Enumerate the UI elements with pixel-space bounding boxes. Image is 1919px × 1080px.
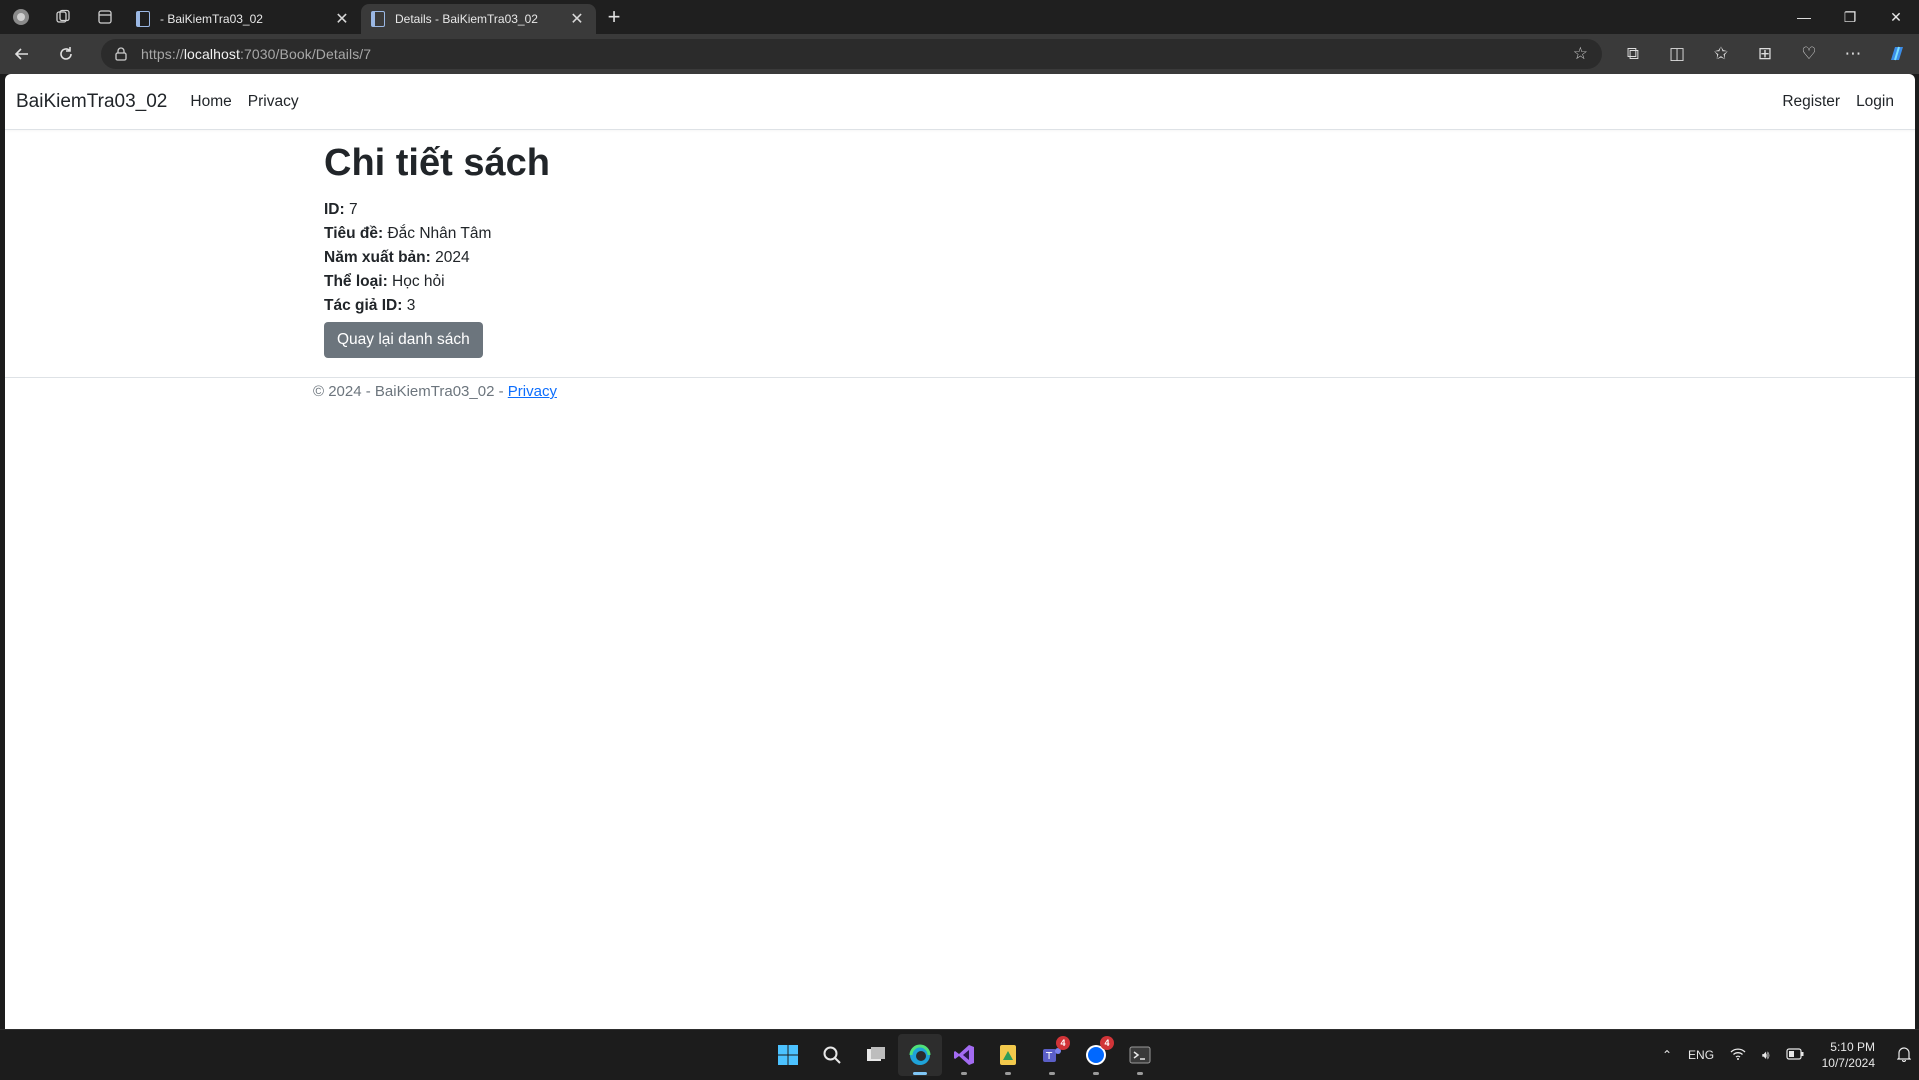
vertical-tabs-icon[interactable] bbox=[84, 0, 126, 34]
page-favicon-icon bbox=[371, 11, 385, 27]
field-value: 2024 bbox=[435, 249, 470, 266]
detail-author-id: Tác giả ID: 3 bbox=[324, 294, 550, 318]
tab-title: - BaiKiemTra03_02 bbox=[160, 12, 263, 26]
file-app-icon[interactable] bbox=[986, 1034, 1030, 1076]
field-label: Tiêu đề: bbox=[324, 225, 384, 242]
url-text[interactable]: https://localhost:7030/Book/Details/7 bbox=[141, 46, 371, 62]
extensions-icon[interactable]: ⧉ bbox=[1611, 34, 1655, 74]
terminal-icon[interactable] bbox=[1118, 1034, 1162, 1076]
clock[interactable]: 5:10 PM 10/7/2024 bbox=[1812, 1039, 1889, 1071]
favorites-icon[interactable]: ✩ bbox=[1699, 34, 1743, 74]
restore-icon[interactable]: ❐ bbox=[1827, 0, 1873, 34]
field-label: Tác giả ID: bbox=[324, 297, 403, 314]
minimize-icon[interactable]: — bbox=[1781, 0, 1827, 34]
svg-text:T: T bbox=[1045, 1051, 1053, 1062]
refresh-icon[interactable] bbox=[44, 34, 88, 74]
workspaces-icon[interactable] bbox=[42, 0, 84, 34]
battery-icon[interactable] bbox=[1778, 1047, 1812, 1063]
field-value: 7 bbox=[348, 201, 358, 218]
browser-toolbar-buttons: ⧉ ◫ ✩ ⊞ ♡ ⋯ bbox=[1611, 34, 1919, 74]
page-viewport: BaiKiemTra03_02 Home Privacy Register Lo… bbox=[5, 74, 1915, 1029]
wifi-icon[interactable] bbox=[1722, 1047, 1754, 1064]
clock-date: 10/7/2024 bbox=[1821, 1056, 1875, 1070]
close-tab-icon[interactable]: ✕ bbox=[333, 9, 351, 29]
favorite-star-icon[interactable]: ☆ bbox=[1573, 44, 1588, 64]
footer-copyright: © 2024 - BaiKiemTra03_02 - bbox=[313, 383, 508, 400]
tab-first[interactable]: - BaiKiemTra03_02 ✕ bbox=[126, 4, 361, 34]
field-label: Năm xuất bản: bbox=[324, 249, 431, 266]
detail-title: Tiêu đề: Đắc Nhân Tâm bbox=[324, 222, 550, 246]
browser-toolbar: https://localhost:7030/Book/Details/7 ☆ … bbox=[0, 34, 1919, 74]
notifications-bell-icon[interactable] bbox=[1889, 1046, 1919, 1065]
teams-badge: 4 bbox=[1056, 1036, 1070, 1050]
clock-time: 5:10 PM bbox=[1830, 1040, 1875, 1054]
copilot-icon[interactable] bbox=[1875, 34, 1919, 74]
field-label: Thể loại: bbox=[324, 273, 388, 290]
back-to-list-button[interactable]: Quay lại danh sách bbox=[324, 322, 483, 358]
site-brand[interactable]: BaiKiemTra03_02 bbox=[16, 91, 167, 113]
teams-icon[interactable]: T 4 bbox=[1030, 1034, 1074, 1076]
nav-privacy[interactable]: Privacy bbox=[248, 93, 299, 111]
url-host: localhost bbox=[183, 46, 240, 62]
page-favicon-icon bbox=[136, 11, 150, 27]
visual-studio-icon[interactable] bbox=[942, 1034, 986, 1076]
close-tab-icon[interactable]: ✕ bbox=[568, 9, 586, 29]
collections-icon[interactable]: ⊞ bbox=[1743, 34, 1787, 74]
start-menu-icon[interactable] bbox=[766, 1034, 810, 1076]
nav-home[interactable]: Home bbox=[190, 93, 231, 111]
page-title: Chi tiết sách bbox=[324, 142, 550, 184]
language-indicator[interactable]: ENG bbox=[1680, 1048, 1722, 1062]
back-arrow-icon[interactable] bbox=[0, 34, 44, 74]
field-value: 3 bbox=[406, 297, 416, 314]
field-value: Đắc Nhân Tâm bbox=[387, 225, 492, 242]
detail-id: ID: 7 bbox=[324, 198, 550, 222]
volume-icon[interactable]: 🔊︎ bbox=[1754, 1048, 1778, 1063]
close-window-icon[interactable]: ✕ bbox=[1873, 0, 1919, 34]
lock-icon[interactable] bbox=[115, 47, 127, 61]
detail-genre: Thể loại: Học hỏi bbox=[324, 270, 550, 294]
field-value: Học hỏi bbox=[392, 273, 445, 290]
windows-taskbar: T 4 4 ⌃ ENG 🔊︎ 5:10 PM 10/7/2024 bbox=[0, 1029, 1919, 1079]
zalo-badge: 4 bbox=[1100, 1036, 1114, 1050]
profile-icon[interactable] bbox=[0, 0, 42, 34]
nav-register[interactable]: Register bbox=[1782, 93, 1840, 111]
nav-login[interactable]: Login bbox=[1856, 93, 1894, 111]
more-options-icon[interactable]: ⋯ bbox=[1831, 34, 1875, 74]
url-scheme: https:// bbox=[141, 46, 184, 62]
browser-essentials-icon[interactable]: ♡ bbox=[1787, 34, 1831, 74]
main-content: Chi tiết sách ID: 7 Tiêu đề: Đắc Nhân Tâ… bbox=[324, 140, 550, 358]
auth-links: Register Login bbox=[1766, 93, 1904, 111]
field-label: ID: bbox=[324, 201, 345, 218]
url-path: :7030/Book/Details/7 bbox=[239, 46, 372, 62]
site-navbar: BaiKiemTra03_02 Home Privacy Register Lo… bbox=[5, 74, 1915, 130]
tab-details[interactable]: Details - BaiKiemTra03_02 ✕ bbox=[361, 4, 596, 34]
task-view-icon[interactable] bbox=[854, 1034, 898, 1076]
edge-icon[interactable] bbox=[898, 1034, 942, 1076]
search-icon[interactable] bbox=[810, 1034, 854, 1076]
split-screen-icon[interactable]: ◫ bbox=[1655, 34, 1699, 74]
new-tab-button[interactable]: + bbox=[596, 0, 632, 34]
taskbar-apps: T 4 4 bbox=[766, 1034, 1162, 1076]
footer-privacy-link[interactable]: Privacy bbox=[508, 383, 557, 400]
browser-tab-strip: - BaiKiemTra03_02 ✕ Details - BaiKiemTra… bbox=[0, 0, 1919, 34]
system-tray: ⌃ ENG 🔊︎ 5:10 PM 10/7/2024 bbox=[1654, 1030, 1919, 1080]
site-footer: © 2024 - BaiKiemTra03_02 - Privacy bbox=[5, 377, 1915, 411]
show-hidden-icons-icon[interactable]: ⌃ bbox=[1654, 1048, 1680, 1062]
address-bar[interactable]: https://localhost:7030/Book/Details/7 ☆ bbox=[101, 39, 1602, 69]
window-controls: — ❐ ✕ bbox=[1781, 0, 1919, 34]
detail-year: Năm xuất bản: 2024 bbox=[324, 246, 550, 270]
tab-title: Details - BaiKiemTra03_02 bbox=[395, 12, 538, 26]
zalo-icon[interactable]: 4 bbox=[1074, 1034, 1118, 1076]
